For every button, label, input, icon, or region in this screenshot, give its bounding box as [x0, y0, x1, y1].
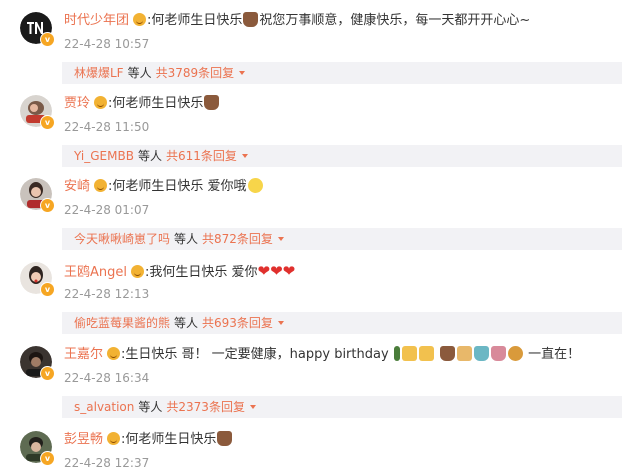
- heart-emoji-icon: ❤: [282, 262, 296, 280]
- vip-badge-icon: v: [40, 366, 55, 381]
- reply-count[interactable]: 共611条回复: [166, 149, 237, 163]
- reply-summary[interactable]: s_alvation 等人 共2373条回复: [62, 396, 622, 418]
- cupcake-emoji-icon: [473, 346, 489, 361]
- avatar[interactable]: v: [20, 431, 55, 466]
- reply-summary[interactable]: 偷吃蓝莓果酱的熊 等人 共693条回复: [62, 312, 622, 334]
- comment-body-cont: 祝您万事顺意，健康快乐，每一天都开开心心~: [259, 13, 531, 28]
- avatar[interactable]: v: [20, 346, 55, 381]
- caret-down-icon[interactable]: [277, 237, 284, 241]
- username[interactable]: 彭昱畅: [64, 432, 103, 447]
- caret-down-icon[interactable]: [277, 321, 284, 325]
- comment-text: 王嘉尔 :生日快乐 哥！ 一定要健康，happy birthday 一直在！: [64, 346, 580, 364]
- cake-emoji-icon: [204, 95, 220, 110]
- reply-etc: 等人: [138, 400, 163, 414]
- reply-count[interactable]: 共693条回复: [202, 316, 273, 330]
- timestamp: 22-4-28 12:37: [64, 456, 150, 470]
- comment-text: 王鸥Angel:我何生日快乐 爱你❤❤❤: [64, 262, 295, 282]
- reply-etc: 等人: [137, 149, 162, 163]
- beer-emoji-icon: [401, 346, 417, 361]
- comment-body-cont: 一直在！: [528, 347, 581, 362]
- reply-user[interactable]: 偷吃蓝莓果酱的熊: [74, 316, 170, 330]
- timestamp: 22-4-28 10:57: [64, 37, 150, 51]
- heart-emoji-icon: ❤: [257, 262, 271, 280]
- reply-user[interactable]: s_alvation: [74, 400, 134, 414]
- comment-text: 贾玲 :何老师生日快乐: [64, 95, 220, 113]
- username[interactable]: 王鸥Angel: [64, 265, 127, 280]
- caret-down-icon[interactable]: [241, 154, 248, 158]
- timestamp: 22-4-28 16:34: [64, 371, 150, 385]
- vip-badge-icon: v: [40, 32, 55, 47]
- reply-user[interactable]: 林爆爆LF: [74, 66, 124, 80]
- reply-etc: 等人: [174, 316, 199, 330]
- comment-text: 安崎 :何老师生日快乐 爱你哦: [64, 178, 264, 196]
- heart-emoji-icon: ❤: [270, 262, 283, 280]
- username[interactable]: 安崎: [64, 179, 90, 194]
- fan-medal-icon: [94, 179, 108, 192]
- cake-emoji-icon: [217, 431, 233, 446]
- bottle-emoji-icon: [393, 346, 400, 361]
- reply-summary[interactable]: 林爆爆LF 等人 共3789条回复: [62, 62, 622, 84]
- fan-medal-icon: [107, 347, 121, 360]
- fan-medal-icon: [94, 96, 108, 109]
- avatar[interactable]: v: [20, 95, 55, 130]
- reply-etc: 等人: [127, 66, 152, 80]
- avatar[interactable]: v: [20, 262, 55, 297]
- timestamp: 22-4-28 12:13: [64, 287, 150, 301]
- cake-slice-emoji-icon: [456, 346, 472, 361]
- avatar[interactable]: v: [20, 178, 55, 213]
- comment-body: :何老师生日快乐: [147, 13, 243, 28]
- fan-medal-icon: [133, 13, 147, 26]
- comment-body: :我何生日快乐 爱你: [145, 265, 258, 280]
- fan-medal-icon: [131, 265, 144, 278]
- reply-etc: 等人: [174, 232, 199, 246]
- comment-body: :何老师生日快乐 爱你哦: [108, 179, 247, 194]
- comment-body: :何老师生日快乐: [108, 96, 204, 111]
- reply-count[interactable]: 共3789条回复: [156, 66, 235, 80]
- cake-emoji-icon: [243, 12, 259, 27]
- reply-summary[interactable]: 今天啾啾崎崽了吗 等人 共872条回复: [62, 228, 622, 250]
- username[interactable]: 王嘉尔: [64, 347, 103, 362]
- vip-badge-icon: v: [40, 282, 55, 297]
- comment-text: 时代少年团 :何老师生日快乐 祝您万事顺意，健康快乐，每一天都开开心心~: [64, 12, 530, 30]
- reply-count[interactable]: 共872条回复: [202, 232, 273, 246]
- timestamp: 22-4-28 11:50: [64, 120, 150, 134]
- username[interactable]: 贾玲: [64, 96, 90, 111]
- mooncake-emoji-icon: [507, 346, 523, 361]
- username[interactable]: 时代少年团: [64, 13, 129, 28]
- caret-down-icon[interactable]: [239, 71, 246, 75]
- reply-user[interactable]: Yi_GEMBB: [74, 149, 134, 163]
- fan-medal-icon: [107, 432, 121, 445]
- vip-badge-icon: v: [40, 451, 55, 466]
- beer-emoji-icon: [418, 346, 434, 361]
- timestamp: 22-4-28 01:07: [64, 203, 150, 217]
- comment-text: 彭昱畅 :何老师生日快乐: [64, 431, 233, 449]
- reply-user[interactable]: 今天啾啾崎崽了吗: [74, 232, 170, 246]
- vip-badge-icon: v: [40, 198, 55, 213]
- reply-count[interactable]: 共2373条回复: [166, 400, 245, 414]
- vip-badge-icon: v: [40, 115, 55, 130]
- smile-emoji-icon: [247, 178, 263, 193]
- avatar[interactable]: v: [20, 12, 55, 47]
- caret-down-icon[interactable]: [249, 405, 256, 409]
- reply-summary[interactable]: Yi_GEMBB 等人 共611条回复: [62, 145, 622, 167]
- cake-emoji-icon: [439, 346, 455, 361]
- cupcake-emoji-icon: [490, 346, 506, 361]
- comment-body: :生日快乐 哥！ 一定要健康，happy birthday: [121, 347, 389, 362]
- comment-body: :何老师生日快乐: [121, 432, 217, 447]
